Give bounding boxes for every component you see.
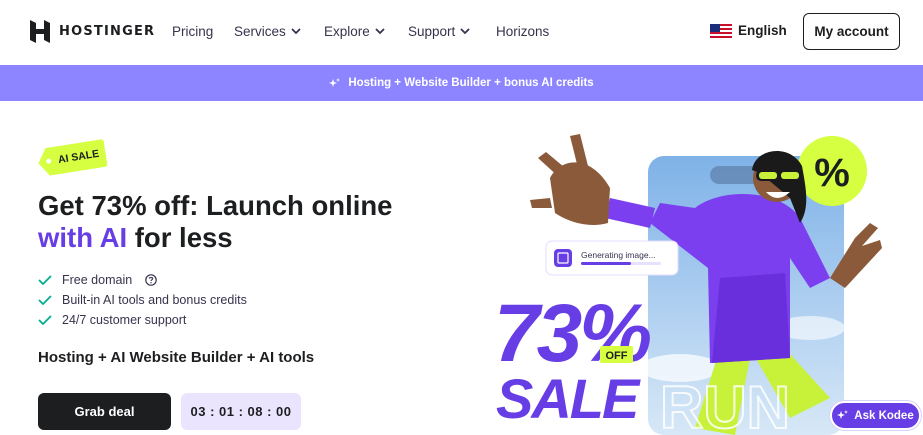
feature-label: Built-in AI tools and bonus credits (62, 293, 247, 307)
hero-headline: Get 73% off: Launch online with AI for l… (38, 190, 392, 254)
nav-item-pricing[interactable]: Pricing (172, 24, 213, 39)
nav-item-label: Horizons (496, 24, 550, 39)
image-icon-bg (554, 249, 572, 267)
chevron-down-icon (375, 28, 385, 35)
sparkle-icon (837, 410, 849, 419)
person-finger (530, 198, 552, 208)
ask-kodee-button[interactable]: Ask Kodee (830, 401, 921, 430)
chevron-down-icon (291, 28, 301, 35)
countdown-timer: 03 : 01 : 08 : 00 (181, 393, 301, 430)
shirt-text: RUN (660, 374, 790, 435)
generating-label: Generating image... (581, 250, 656, 260)
feature-list: Free domain Built-in AI tools and bonus … (38, 270, 247, 330)
language-label: English (738, 23, 787, 38)
feature-item: Free domain (38, 270, 247, 290)
ask-kodee-label: Ask Kodee (854, 409, 914, 422)
promo-banner[interactable]: Hosting + Website Builder + bonus AI cre… (0, 65, 923, 101)
headline-rest: for less (127, 222, 233, 253)
nav-item-horizons[interactable]: Horizons (496, 24, 549, 39)
feature-item: Built-in AI tools and bonus credits (38, 290, 247, 310)
hero-illustration: % RUN Generating image... 73% OFF SALE (494, 134, 882, 435)
feature-label: Free domain (62, 273, 133, 287)
generating-progress-fill (581, 262, 631, 265)
nav-item-label: Support (408, 24, 456, 39)
person-hoodie-shade (712, 273, 790, 363)
sparkle-icon (329, 77, 341, 87)
headline-line1: Get 73% off: Launch online (38, 190, 393, 221)
feature-item: 24/7 customer support (38, 310, 247, 330)
ai-sale-badge: AI SALE (36, 139, 108, 177)
help-circle-icon[interactable] (145, 274, 157, 286)
nav-item-explore[interactable]: Explore (324, 24, 385, 39)
nav-item-label: Pricing (172, 24, 214, 39)
person-arm (605, 198, 655, 228)
person-glasses-lens (759, 172, 777, 179)
hostinger-logo-icon (30, 20, 50, 43)
check-icon (38, 315, 52, 325)
nav-item-label: Explore (324, 24, 370, 39)
language-selector[interactable]: English (710, 23, 787, 38)
nav-item-label: Services (234, 24, 286, 39)
top-navigation: HOSTINGER Pricing Services Explore Suppo… (0, 0, 923, 64)
grab-deal-button[interactable]: Grab deal (38, 393, 171, 430)
chevron-down-icon (460, 28, 470, 35)
my-account-button[interactable]: My account (803, 13, 900, 50)
person-glasses-lens (781, 172, 799, 179)
headline-accent: with AI (38, 222, 128, 253)
hostinger-logo[interactable]: HOSTINGER (30, 20, 155, 43)
promo-text: Hosting + Website Builder + bonus AI cre… (348, 77, 594, 89)
brand-name: HOSTINGER (59, 24, 156, 39)
nav-item-support[interactable]: Support (408, 24, 470, 39)
sale-word: SALE (496, 367, 641, 430)
plan-subheading: Hosting + AI Website Builder + AI tools (38, 349, 315, 366)
feature-label: 24/7 customer support (62, 313, 187, 327)
check-icon (38, 295, 52, 305)
us-flag-icon (710, 23, 732, 38)
sale-percent: 73% (494, 288, 650, 379)
percent-sticker-label: % (814, 151, 850, 195)
off-label: OFF (606, 350, 628, 362)
nav-item-services[interactable]: Services (234, 24, 301, 39)
check-icon (38, 275, 52, 285)
